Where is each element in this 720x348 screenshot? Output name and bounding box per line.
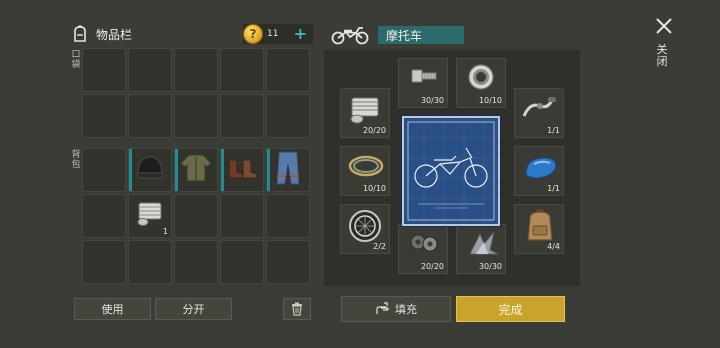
item-count: 1 xyxy=(162,227,168,236)
part-slot-wires[interactable]: 10/10 xyxy=(340,146,390,196)
backpack-slot[interactable] xyxy=(82,194,126,238)
pocket-slot[interactable] xyxy=(220,48,264,92)
coin-counter: ? 11 + xyxy=(243,24,313,44)
backpack-label: 背包 xyxy=(71,150,81,170)
close-icon[interactable] xyxy=(652,14,676,38)
craft-header: 摩托车 xyxy=(330,25,464,45)
engine-cylinder-icon xyxy=(133,199,167,233)
part-count: 4/4 xyxy=(547,242,560,251)
wheel-icon xyxy=(349,210,381,242)
backpack-slot[interactable] xyxy=(174,194,218,238)
pocket-slot[interactable] xyxy=(128,94,172,138)
part-slot-fuel-tank[interactable]: 1/1 xyxy=(514,146,564,196)
inventory-title: 物品栏 xyxy=(96,27,133,42)
backpack-slot[interactable] xyxy=(128,148,172,192)
pocket-grid xyxy=(82,48,310,138)
close-label[interactable]: 关闭 xyxy=(656,44,668,68)
pocket-slot[interactable] xyxy=(220,94,264,138)
pocket-label: 口袋 xyxy=(71,50,81,70)
coin-amount: 11 xyxy=(267,29,279,39)
part-slot-bearing[interactable]: 10/10 xyxy=(456,58,506,108)
bearing-icon xyxy=(468,64,494,90)
trash-button[interactable] xyxy=(283,298,311,320)
fill-button[interactable]: 填充 xyxy=(341,296,451,322)
pocket-slot[interactable] xyxy=(266,94,310,138)
beanie-icon xyxy=(133,153,167,187)
add-coins-button[interactable]: + xyxy=(294,24,307,44)
backpack-slot[interactable]: 1 xyxy=(128,194,172,238)
backpack-slot[interactable] xyxy=(82,148,126,192)
handlebar-icon xyxy=(522,97,556,117)
part-count: 2/2 xyxy=(373,242,386,251)
part-count: 20/20 xyxy=(362,126,386,135)
backpack-icon xyxy=(527,209,553,241)
bolt-icon xyxy=(411,69,437,83)
pocket-slot[interactable] xyxy=(82,48,126,92)
pocket-slot[interactable] xyxy=(82,94,126,138)
part-count: 1/1 xyxy=(547,184,560,193)
part-slot-backpack[interactable]: 4/4 xyxy=(514,204,564,254)
backpack-slot[interactable] xyxy=(82,240,126,284)
part-slot-gaskets[interactable]: 20/20 xyxy=(398,224,448,274)
backpack-slot[interactable] xyxy=(174,240,218,284)
part-count: 30/30 xyxy=(478,262,502,271)
part-slot-handlebar[interactable]: 1/1 xyxy=(514,88,564,138)
motorcycle-blueprint xyxy=(402,116,500,226)
scrap-metal-icon xyxy=(469,231,499,255)
wire-icon xyxy=(348,155,384,177)
part-count: 1/1 xyxy=(547,126,560,135)
part-slot-scrap[interactable]: 30/30 xyxy=(456,224,506,274)
fill-hand-icon xyxy=(376,302,389,314)
part-count: 10/10 xyxy=(478,96,502,105)
engine-cylinder-icon xyxy=(350,97,379,124)
motorcycle-icon xyxy=(331,27,369,45)
pocket-slot[interactable] xyxy=(174,94,218,138)
crafting-panel: 30/30 10/10 20/20 1/1 10/10 1/1 2/2 20/2… xyxy=(324,50,580,286)
coin-icon: ? xyxy=(243,24,263,44)
complete-button[interactable]: 完成 xyxy=(456,296,565,322)
use-button[interactable]: 使用 xyxy=(74,298,151,320)
fuel-tank-icon xyxy=(525,157,557,179)
backpack-slot[interactable] xyxy=(174,148,218,192)
pocket-slot[interactable] xyxy=(174,48,218,92)
pocket-slot[interactable] xyxy=(266,48,310,92)
backpack-slot[interactable] xyxy=(220,240,264,284)
part-count: 10/10 xyxy=(362,184,386,193)
boots-icon xyxy=(225,154,259,186)
part-slot-engine[interactable]: 20/20 xyxy=(340,88,390,138)
backpack-slot[interactable] xyxy=(266,240,310,284)
part-slot-bolt[interactable]: 30/30 xyxy=(398,58,448,108)
split-button[interactable]: 分开 xyxy=(155,298,232,320)
jacket-icon xyxy=(179,151,213,189)
blueprint-drawing xyxy=(404,118,498,224)
fill-label: 填充 xyxy=(395,303,417,316)
trash-icon xyxy=(292,302,302,316)
part-count: 30/30 xyxy=(420,96,444,105)
part-count: 20/20 xyxy=(420,262,444,271)
gasket-icon xyxy=(410,234,438,252)
jeans-icon xyxy=(273,150,303,190)
part-slot-wheel[interactable]: 2/2 xyxy=(340,204,390,254)
backpack-icon xyxy=(74,25,86,42)
backpack-slot[interactable] xyxy=(220,148,264,192)
backpack-slot[interactable] xyxy=(266,148,310,192)
backpack-grid: 1 xyxy=(82,148,310,284)
pocket-slot[interactable] xyxy=(128,48,172,92)
inventory-header: 物品栏 xyxy=(70,22,132,46)
backpack-slot[interactable] xyxy=(128,240,172,284)
recipe-name: 摩托车 xyxy=(378,26,464,44)
backpack-slot[interactable] xyxy=(266,194,310,238)
backpack-slot[interactable] xyxy=(220,194,264,238)
